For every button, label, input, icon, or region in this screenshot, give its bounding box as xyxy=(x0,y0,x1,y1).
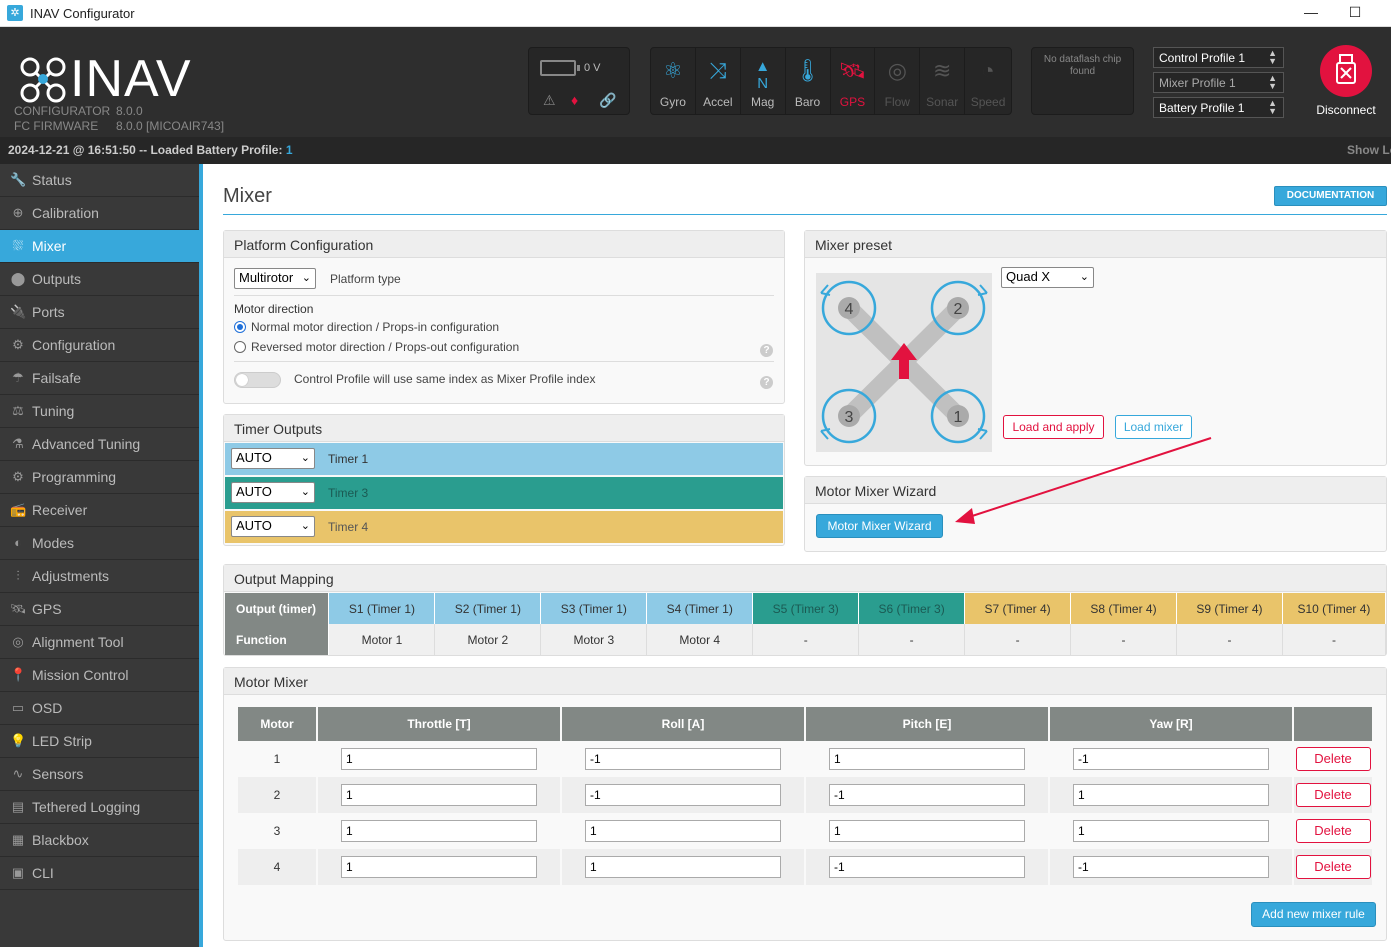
annotation-arrow xyxy=(955,437,1212,524)
arrow-head-icon xyxy=(955,508,975,524)
